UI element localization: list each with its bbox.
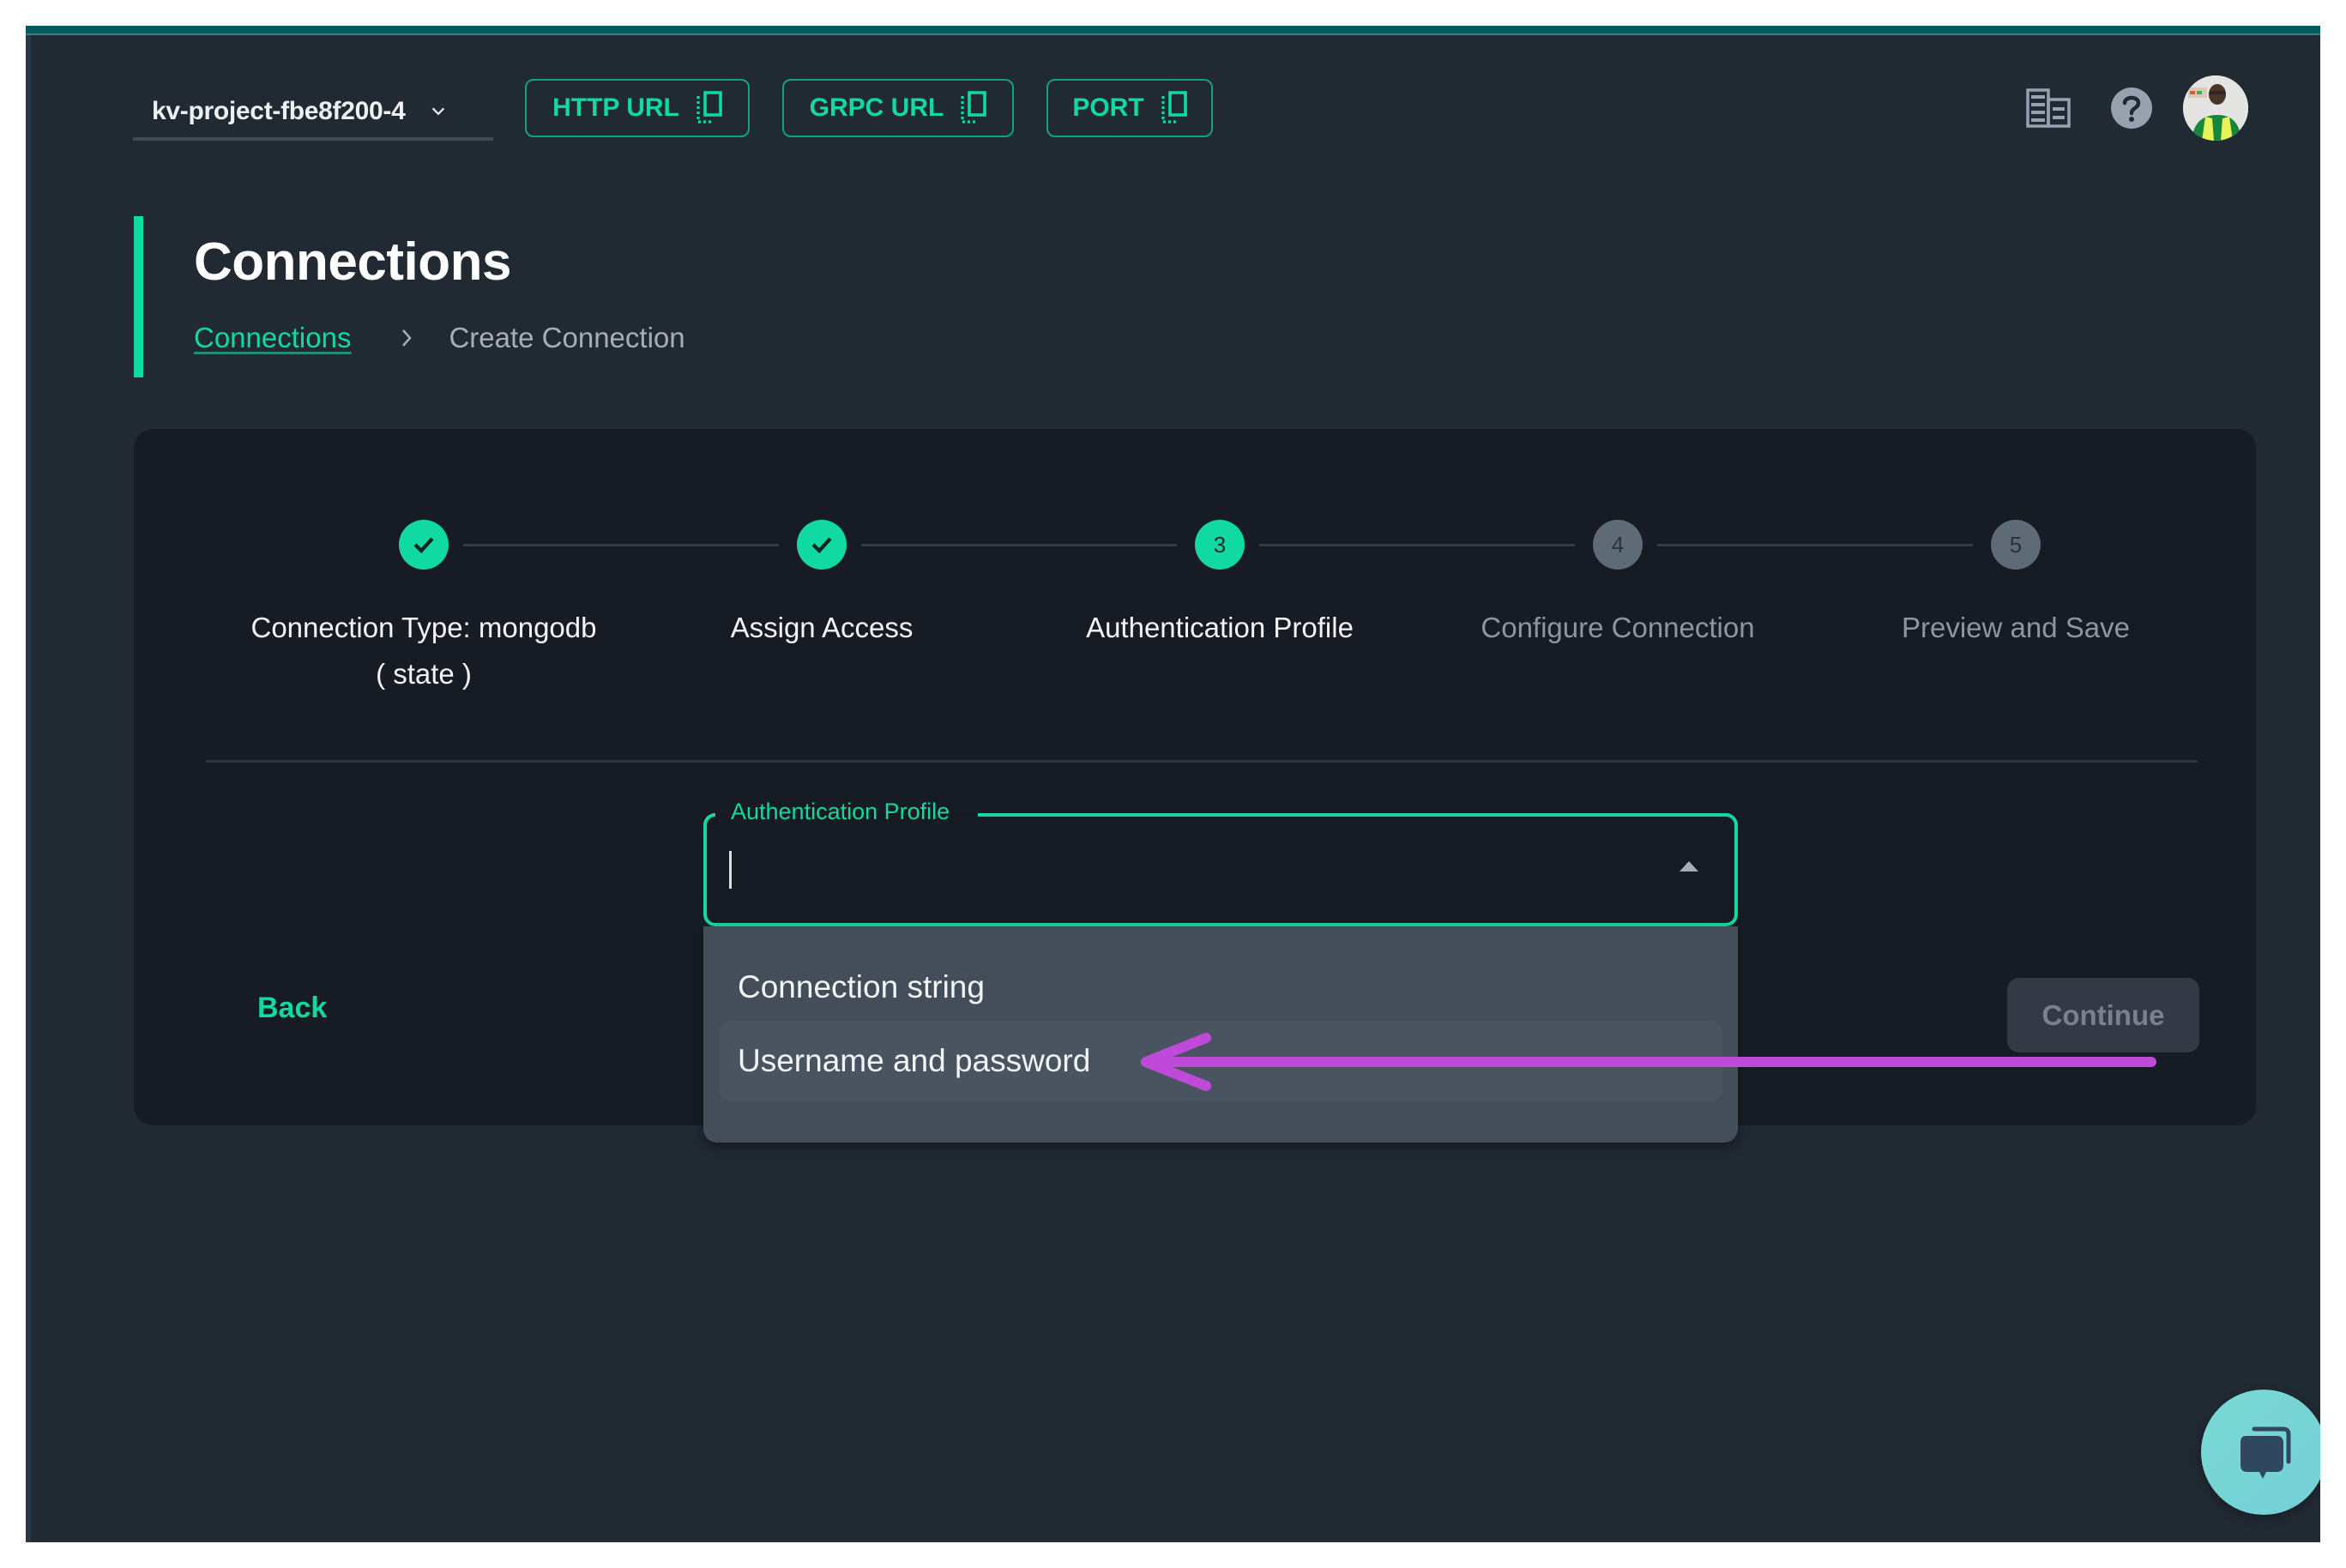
- avatar-photo: [2183, 75, 2248, 141]
- step-1-label: Connection Type: mongodb ( state ): [226, 605, 621, 697]
- left-edge: [26, 35, 31, 1542]
- step-1-indicator: [399, 520, 449, 570]
- chat-support-button[interactable]: [2201, 1390, 2320, 1515]
- step-connector: [1657, 544, 1973, 546]
- step-connector: [463, 544, 779, 546]
- page-title: Connections: [194, 232, 511, 292]
- authentication-profile-dropdown: Connection string Username and password: [703, 926, 1738, 1143]
- title-accent-bar: [134, 216, 143, 377]
- check-icon: [413, 537, 434, 554]
- step-connector: [1259, 544, 1575, 546]
- grpc-url-button[interactable]: GRPC URL: [782, 79, 1014, 137]
- step-connector: [861, 544, 1177, 546]
- copy-icon: [1161, 91, 1187, 124]
- building-icon[interactable]: [2026, 88, 2071, 128]
- grpc-url-label: GRPC URL: [809, 93, 944, 122]
- top-accent-strip: [26, 26, 2320, 33]
- breadcrumb-connections-link[interactable]: Connections: [194, 322, 351, 354]
- chevron-down-icon: [432, 107, 445, 116]
- authentication-profile-input[interactable]: [726, 841, 1673, 894]
- copy-icon: [697, 91, 722, 124]
- back-button[interactable]: Back: [257, 992, 327, 1025]
- project-name: kv-project-fbe8f200-4: [152, 97, 406, 125]
- step-4-indicator: 4: [1593, 520, 1643, 570]
- continue-button[interactable]: Continue: [2007, 978, 2199, 1052]
- step-5-label: Preview and Save: [1902, 612, 2130, 643]
- option-connection-string[interactable]: Connection string: [719, 947, 1722, 1028]
- step-2-indicator: [797, 520, 847, 570]
- section-divider: [206, 760, 2198, 763]
- step-3-indicator: 3: [1195, 520, 1245, 570]
- project-selector[interactable]: kv-project-fbe8f200-4: [133, 84, 493, 141]
- caret-up-icon[interactable]: [1680, 861, 1698, 871]
- breadcrumb-current: Create Connection: [449, 322, 685, 353]
- top-accent-line: [26, 33, 2320, 35]
- step-1-title: Connection Type: mongodb: [250, 612, 597, 643]
- http-url-label: HTTP URL: [552, 93, 679, 122]
- help-icon[interactable]: [2110, 87, 2153, 130]
- authentication-profile-label: Authentication Profile: [731, 799, 950, 824]
- step-4-label: Configure Connection: [1481, 612, 1755, 643]
- field-border-corner: [703, 813, 715, 825]
- chat-icon: [2240, 1426, 2291, 1479]
- step-1-sublabel: ( state ): [376, 658, 472, 690]
- step-5-indicator: 5: [1991, 520, 2041, 570]
- port-label: PORT: [1072, 93, 1144, 122]
- port-button[interactable]: PORT: [1046, 79, 1213, 137]
- step-2-label: Assign Access: [730, 612, 914, 643]
- option-username-password[interactable]: Username and password: [719, 1021, 1722, 1101]
- breadcrumb: Connections Create Connection: [194, 322, 685, 354]
- copy-icon: [961, 91, 987, 124]
- create-connection-card: Connection Type: mongodb ( state ) Assig…: [134, 429, 2256, 1143]
- chevron-right-icon: [402, 329, 413, 347]
- check-icon: [811, 537, 832, 554]
- field-border-top: [978, 813, 1738, 825]
- text-caret: [729, 851, 732, 889]
- step-3-label: Authentication Profile: [1086, 612, 1354, 643]
- http-url-button[interactable]: HTTP URL: [525, 79, 750, 137]
- user-avatar[interactable]: [2183, 75, 2248, 141]
- project-selector-underline: [133, 137, 493, 141]
- app-window: kv-project-fbe8f200-4 HTTP URL GRPC URL …: [26, 26, 2320, 1542]
